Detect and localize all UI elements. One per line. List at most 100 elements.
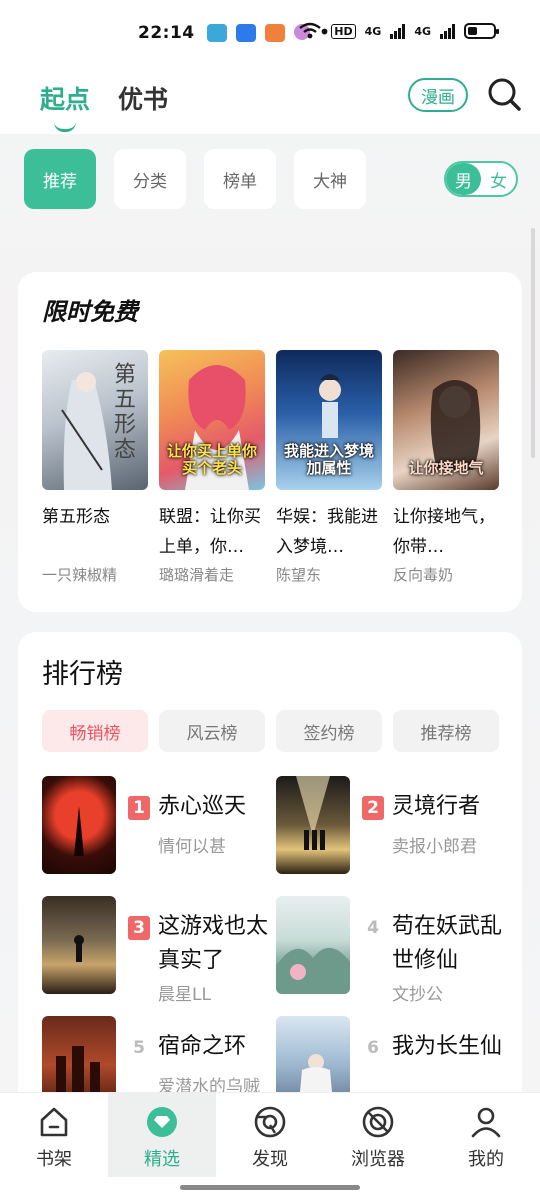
cover-figure: [296, 776, 330, 850]
nav-profile[interactable]: 我的: [432, 1093, 540, 1177]
cover-figure: [74, 935, 84, 962]
free-book[interactable]: 第五形态 第五形态 一只辣椒精: [42, 350, 148, 585]
rank-book-title: 我为长生仙: [392, 1034, 503, 1059]
chip-category[interactable]: 分类: [114, 149, 186, 209]
nav-featured[interactable]: 精选: [108, 1093, 216, 1177]
search-icon[interactable]: [486, 76, 522, 112]
rank-book-title: 宿命之环: [158, 1034, 247, 1059]
cover-title: 让你接地气: [408, 458, 484, 477]
rank-book-title: 赤心巡天: [158, 794, 247, 819]
nav-bookshelf[interactable]: 书架: [0, 1093, 108, 1177]
rank-book-author: 文抄公: [392, 985, 443, 1005]
status-time: 22:14: [138, 23, 195, 43]
book-cover: 我能进入梦境加属性: [276, 350, 382, 490]
book-title: 第五形态: [42, 507, 110, 527]
app-notification-icon: [235, 24, 256, 42]
book-title: 联盟：让你买上单，你…: [159, 507, 261, 557]
status-bar: 22:14 • HD 4G 4G: [0, 0, 540, 66]
rank-tab-bestseller[interactable]: 畅销榜: [42, 710, 148, 752]
cover-title: 第五形态: [110, 362, 135, 462]
rank-number: 5: [133, 1038, 145, 1058]
ranking-section-card: 排行榜 畅销榜 风云榜 签约榜 推荐榜 1 赤心巡天 情何以甚 2 灵境行者 卖…: [18, 632, 522, 1114]
nav-label: 书架: [36, 1149, 72, 1170]
book-cover: 让你接地气: [393, 350, 499, 490]
rank-number: 2: [362, 796, 384, 820]
rank-number: 4: [367, 918, 379, 938]
free-book[interactable]: 让你接地气 让你接地气，你带… 反向毒奶: [393, 350, 499, 585]
nav-label: 精选: [144, 1149, 180, 1170]
home-indicator[interactable]: [180, 1185, 360, 1190]
featured-icon: [147, 1107, 177, 1137]
ranking-item[interactable]: 4 苟在妖武乱世修仙 文抄公: [276, 896, 506, 1005]
gender-female[interactable]: 女: [481, 163, 516, 195]
book-author: 陈望东: [276, 566, 322, 584]
book-author: 璐璐滑着走: [159, 566, 235, 584]
signal-icon: [390, 23, 406, 39]
ranking-item[interactable]: 2 灵境行者 卖报小郎君: [276, 776, 506, 876]
wifi-icon: [299, 22, 322, 39]
cover-figure: [276, 947, 350, 994]
cover-title: 让你买上单你买个老头: [166, 442, 257, 477]
gender-toggle[interactable]: 男 女: [444, 161, 518, 197]
book-cover: 第五形态: [42, 350, 148, 490]
book-author: 反向毒奶: [393, 566, 454, 584]
top-nav: 起点 优书 漫画: [0, 66, 540, 134]
chip-master[interactable]: 大神: [294, 149, 366, 209]
signal-icon: [440, 23, 455, 39]
nav-browser[interactable]: 浏览器: [324, 1093, 432, 1177]
nav-label: 发现: [252, 1149, 288, 1170]
free-section-title: 限时免费: [42, 292, 138, 327]
tab-youshu[interactable]: 优书: [118, 80, 168, 116]
free-section-card: 限时免费 第五形态 第五形态 一只辣椒精 让你买上单你买个老头 联盟：让你买上单…: [18, 272, 522, 612]
rank-number: 3: [128, 916, 150, 940]
category-chips: 推荐 分类 榜单 大神 男 女: [24, 149, 524, 209]
scrollbar[interactable]: [531, 228, 535, 458]
app-notification-icon: [206, 24, 227, 42]
book-cover: [276, 896, 350, 994]
main-content[interactable]: 推荐 分类 榜单 大神 男 女 限时免费 第五形态 第五形态 一只辣椒精 让你买…: [0, 134, 540, 1114]
tab-qidian[interactable]: 起点: [40, 80, 90, 132]
book-title: 让你接地气，你带…: [393, 507, 495, 557]
nav-label: 我的: [468, 1149, 504, 1170]
chip-recommend[interactable]: 推荐: [24, 149, 96, 209]
battery-icon: [464, 23, 499, 39]
bottom-nav: 书架 精选 发现 浏览器 我的: [0, 1092, 540, 1200]
nav-label: 浏览器: [351, 1149, 405, 1170]
chip-ranking[interactable]: 榜单: [204, 149, 276, 209]
rank-tab-trending[interactable]: 风云榜: [159, 710, 265, 752]
rank-number: 6: [367, 1038, 379, 1058]
cover-title: 我能进入梦境加属性: [283, 442, 374, 477]
profile-icon: [471, 1107, 501, 1138]
book-cover: [276, 776, 350, 874]
hd-label: HD: [331, 23, 356, 39]
rank-book-title: 苟在妖武乱世修仙: [392, 914, 503, 973]
ranking-item[interactable]: 1 赤心巡天 情何以甚: [42, 776, 272, 876]
nav-discover[interactable]: 发现: [216, 1093, 324, 1177]
book-cover: 让你买上单你买个老头: [159, 350, 265, 490]
browser-icon: [362, 1106, 394, 1138]
ranking-item[interactable]: 3 这游戏也太真实了 晨星LL: [42, 896, 272, 1005]
free-book[interactable]: 让你买上单你买个老头 联盟：让你买上单，你… 璐璐滑着走: [159, 350, 265, 585]
book-author: 一只辣椒精: [42, 566, 118, 584]
free-book[interactable]: 我能进入梦境加属性 华娱：我能进入梦境… 陈望东: [276, 350, 382, 585]
ranking-tabs: 畅销榜 风云榜 签约榜 推荐榜: [42, 710, 499, 752]
book-cover: [42, 776, 116, 874]
network-4g-label: 4G: [414, 24, 431, 38]
home-icon: [40, 1107, 68, 1137]
book-title: 华娱：我能进入梦境…: [276, 507, 378, 557]
gender-male[interactable]: 男: [446, 163, 481, 195]
network-4g-label: 4G: [364, 24, 382, 38]
rank-book-author: 情何以甚: [158, 837, 226, 857]
rank-tab-signed[interactable]: 签约榜: [276, 710, 382, 752]
book-cover: [42, 896, 116, 994]
rank-number: 1: [128, 796, 150, 820]
manga-button[interactable]: 漫画: [408, 78, 468, 112]
free-section-title-text: 限时免费: [42, 298, 138, 326]
cover-figure: [74, 806, 84, 856]
rank-book-author: 晨星LL: [158, 985, 211, 1005]
status-indicators: HD 4G 4G: [298, 22, 499, 40]
rank-book-author: 卖报小郎君: [392, 837, 477, 857]
rank-tab-recommend[interactable]: 推荐榜: [393, 710, 499, 752]
discover-icon: [254, 1106, 286, 1138]
rank-book-title: 灵境行者: [392, 794, 481, 819]
